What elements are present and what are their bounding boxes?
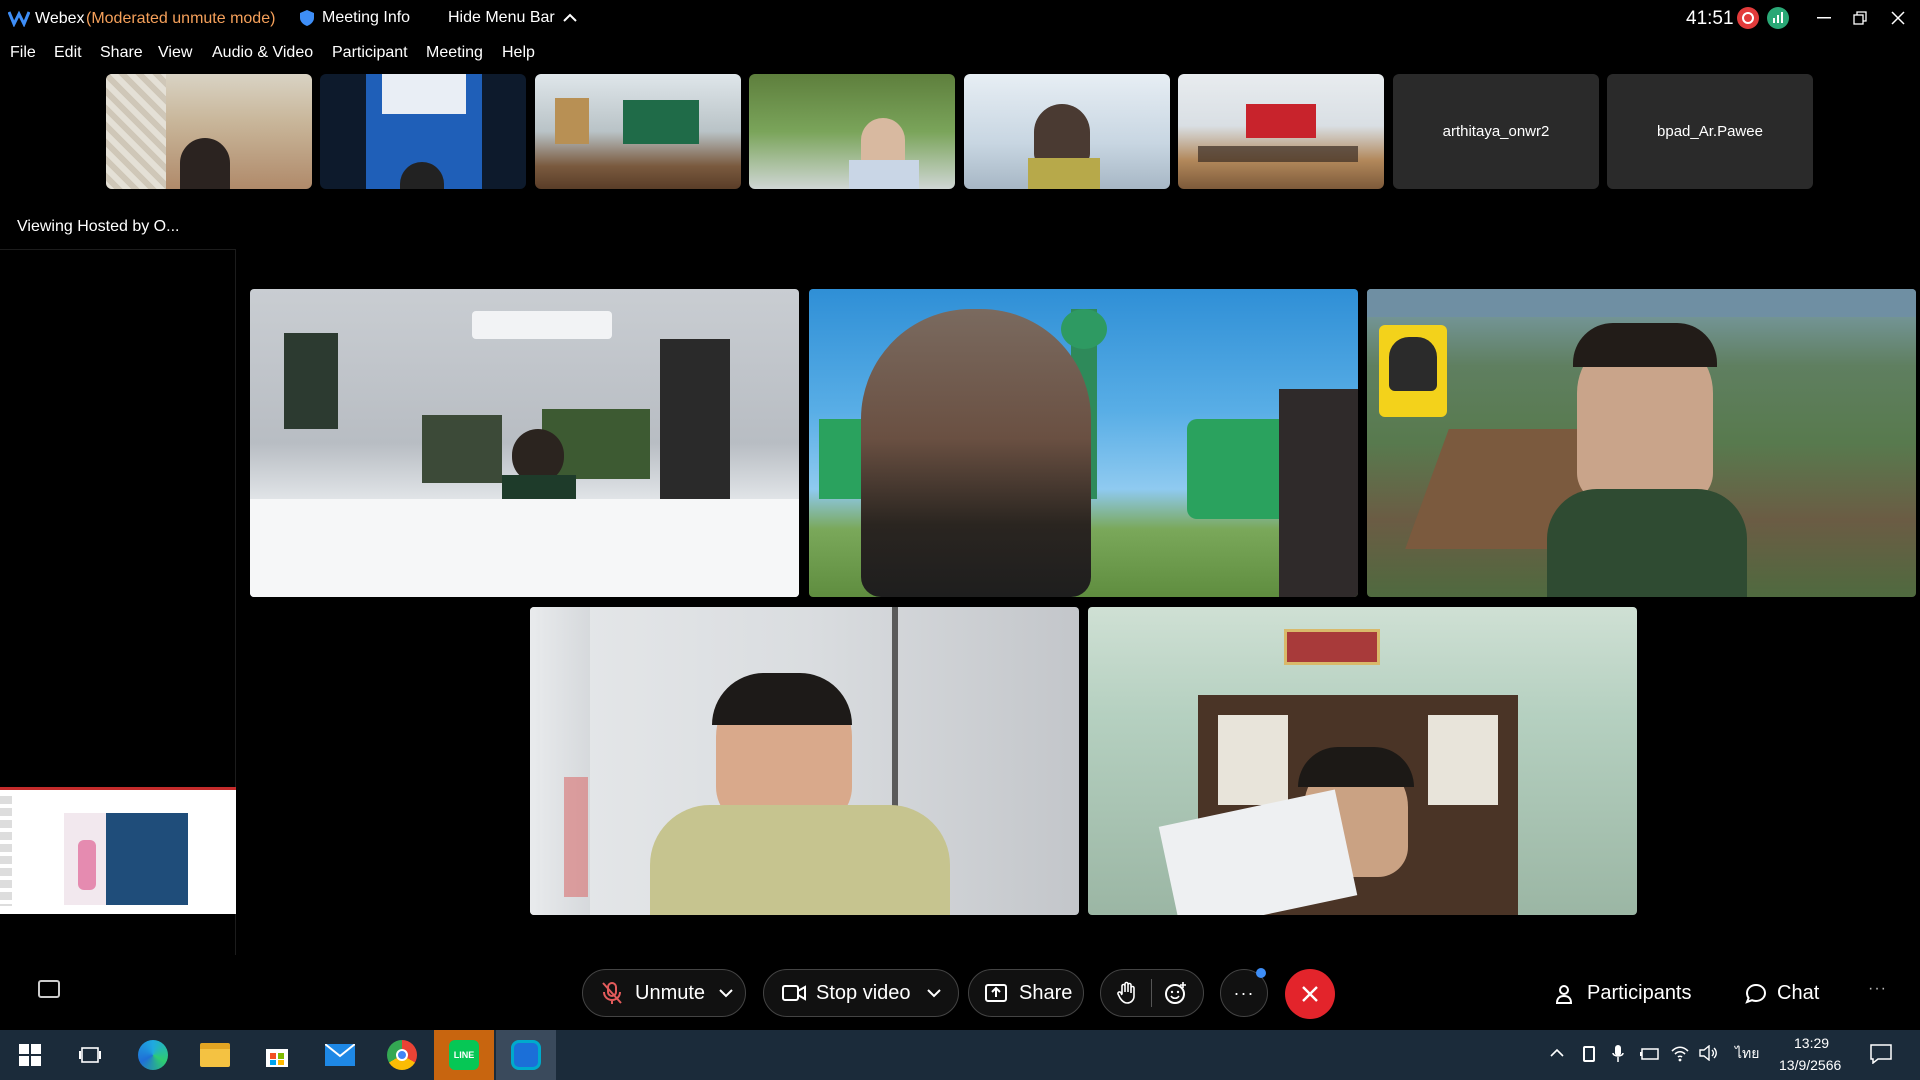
close-icon[interactable] [1880, 5, 1916, 31]
filmstrip-video-tile[interactable] [106, 74, 312, 189]
menu-edit[interactable]: Edit [54, 44, 82, 62]
task-view-icon[interactable] [60, 1030, 120, 1080]
filmstrip-video-tile[interactable] [535, 74, 741, 189]
share-label: Share [1019, 981, 1073, 1004]
battery-icon[interactable] [1640, 1048, 1660, 1060]
filmstrip-video-tile[interactable] [964, 74, 1170, 189]
participants-button[interactable]: Participants [1555, 982, 1692, 1005]
video-tile[interactable] [250, 289, 799, 597]
chat-icon [1745, 983, 1767, 1004]
windows-start-icon[interactable] [0, 1030, 60, 1080]
emoji-reaction-icon[interactable] [1164, 981, 1188, 1005]
microsoft-store-icon[interactable] [247, 1030, 307, 1080]
volume-icon[interactable] [1698, 1045, 1718, 1061]
title-bar: Webex (Moderated unmute mode) Meeting In… [0, 0, 1920, 40]
device-icon[interactable] [1583, 1046, 1595, 1062]
stop-video-button[interactable]: Stop video [763, 969, 959, 1017]
hide-menu-bar-button[interactable]: Hide Menu Bar [448, 9, 577, 27]
captions-icon[interactable] [38, 980, 60, 998]
video-tile[interactable] [1088, 607, 1637, 915]
meeting-info-label: Meeting Info [322, 9, 411, 26]
menu-meeting[interactable]: Meeting [426, 44, 483, 62]
viewing-label: Viewing Hosted by O... [17, 218, 180, 235]
meeting-info-button[interactable]: Meeting Info [300, 9, 410, 27]
notifications-icon[interactable] [1870, 1044, 1892, 1064]
reactions-group [1100, 969, 1204, 1017]
clock-time[interactable]: 13:29 [1794, 1035, 1829, 1051]
app-title: Webex [35, 10, 85, 27]
mail-icon[interactable] [310, 1030, 370, 1080]
participant-name: arthitaya_onwr2 [1442, 123, 1550, 140]
more-icon: ··· [1233, 982, 1255, 1003]
wifi-icon[interactable] [1670, 1044, 1690, 1062]
hide-menu-bar-label: Hide Menu Bar [448, 9, 555, 26]
chrome-browser-icon[interactable] [372, 1030, 432, 1080]
unmute-button[interactable]: Unmute [582, 969, 746, 1017]
show-hidden-icons-icon[interactable] [1550, 1048, 1564, 1058]
microphone-icon[interactable] [1612, 1044, 1624, 1064]
mic-muted-icon [602, 982, 622, 1004]
menu-view[interactable]: View [158, 44, 192, 62]
stop-video-label: Stop video [816, 981, 911, 1004]
filmstrip-video-tile[interactable] [749, 74, 955, 189]
connection-stats-icon[interactable] [1767, 7, 1789, 29]
chat-label: Chat [1777, 982, 1820, 1004]
clock-date[interactable]: 13/9/2566 [1779, 1057, 1841, 1073]
filmstrip-video-tile[interactable] [320, 74, 526, 189]
shared-content-panel[interactable] [0, 249, 236, 955]
more-options-button[interactable]: ··· [1220, 968, 1268, 1017]
more-panels-icon[interactable]: ··· [1868, 980, 1887, 998]
chevron-down-icon[interactable] [719, 988, 733, 998]
webex-taskbar-icon[interactable] [496, 1030, 556, 1080]
video-tile[interactable] [1367, 289, 1916, 597]
chevron-up-icon [563, 13, 577, 22]
chat-button[interactable]: Chat [1745, 982, 1819, 1005]
file-explorer-icon[interactable] [185, 1030, 245, 1080]
menu-participant[interactable]: Participant [332, 44, 408, 62]
recording-icon[interactable] [1737, 7, 1759, 29]
raise-hand-icon[interactable] [1115, 981, 1139, 1005]
leave-meeting-button[interactable] [1285, 969, 1335, 1019]
share-screen-icon [985, 984, 1007, 1002]
input-language[interactable]: ไทย [1735, 1043, 1759, 1065]
menu-file[interactable]: File [10, 44, 36, 62]
filmstrip-name-tile[interactable]: arthitaya_onwr2 [1393, 74, 1599, 189]
minimize-icon[interactable] [1806, 5, 1842, 31]
menu-share[interactable]: Share [100, 44, 143, 62]
webex-logo-icon [8, 10, 30, 27]
moderation-mode-label: (Moderated unmute mode) [86, 10, 276, 27]
video-tile[interactable] [530, 607, 1079, 915]
video-camera-icon [782, 985, 806, 1001]
shield-icon [300, 10, 314, 26]
close-icon [1302, 986, 1318, 1002]
shared-slide-thumbnail[interactable] [0, 787, 236, 914]
filmstrip-video-tile[interactable] [1178, 74, 1384, 189]
participant-name: bpad_Ar.Pawee [1657, 123, 1763, 140]
notification-dot [1256, 968, 1266, 978]
restore-icon[interactable] [1842, 5, 1878, 31]
participants-icon [1555, 984, 1573, 1004]
video-tile[interactable] [809, 289, 1358, 597]
meeting-timer: 41:51 [1686, 8, 1734, 29]
participants-label: Participants [1587, 982, 1692, 1004]
menu-help[interactable]: Help [502, 44, 535, 62]
filmstrip-name-tile[interactable]: bpad_Ar.Pawee [1607, 74, 1813, 189]
edge-browser-icon[interactable] [123, 1030, 183, 1080]
chevron-down-icon[interactable] [926, 988, 941, 998]
menu-audio-video[interactable]: Audio & Video [212, 44, 313, 62]
share-button[interactable]: Share [968, 969, 1084, 1017]
line-app-icon[interactable]: LINE [434, 1030, 494, 1080]
unmute-label: Unmute [635, 981, 706, 1004]
